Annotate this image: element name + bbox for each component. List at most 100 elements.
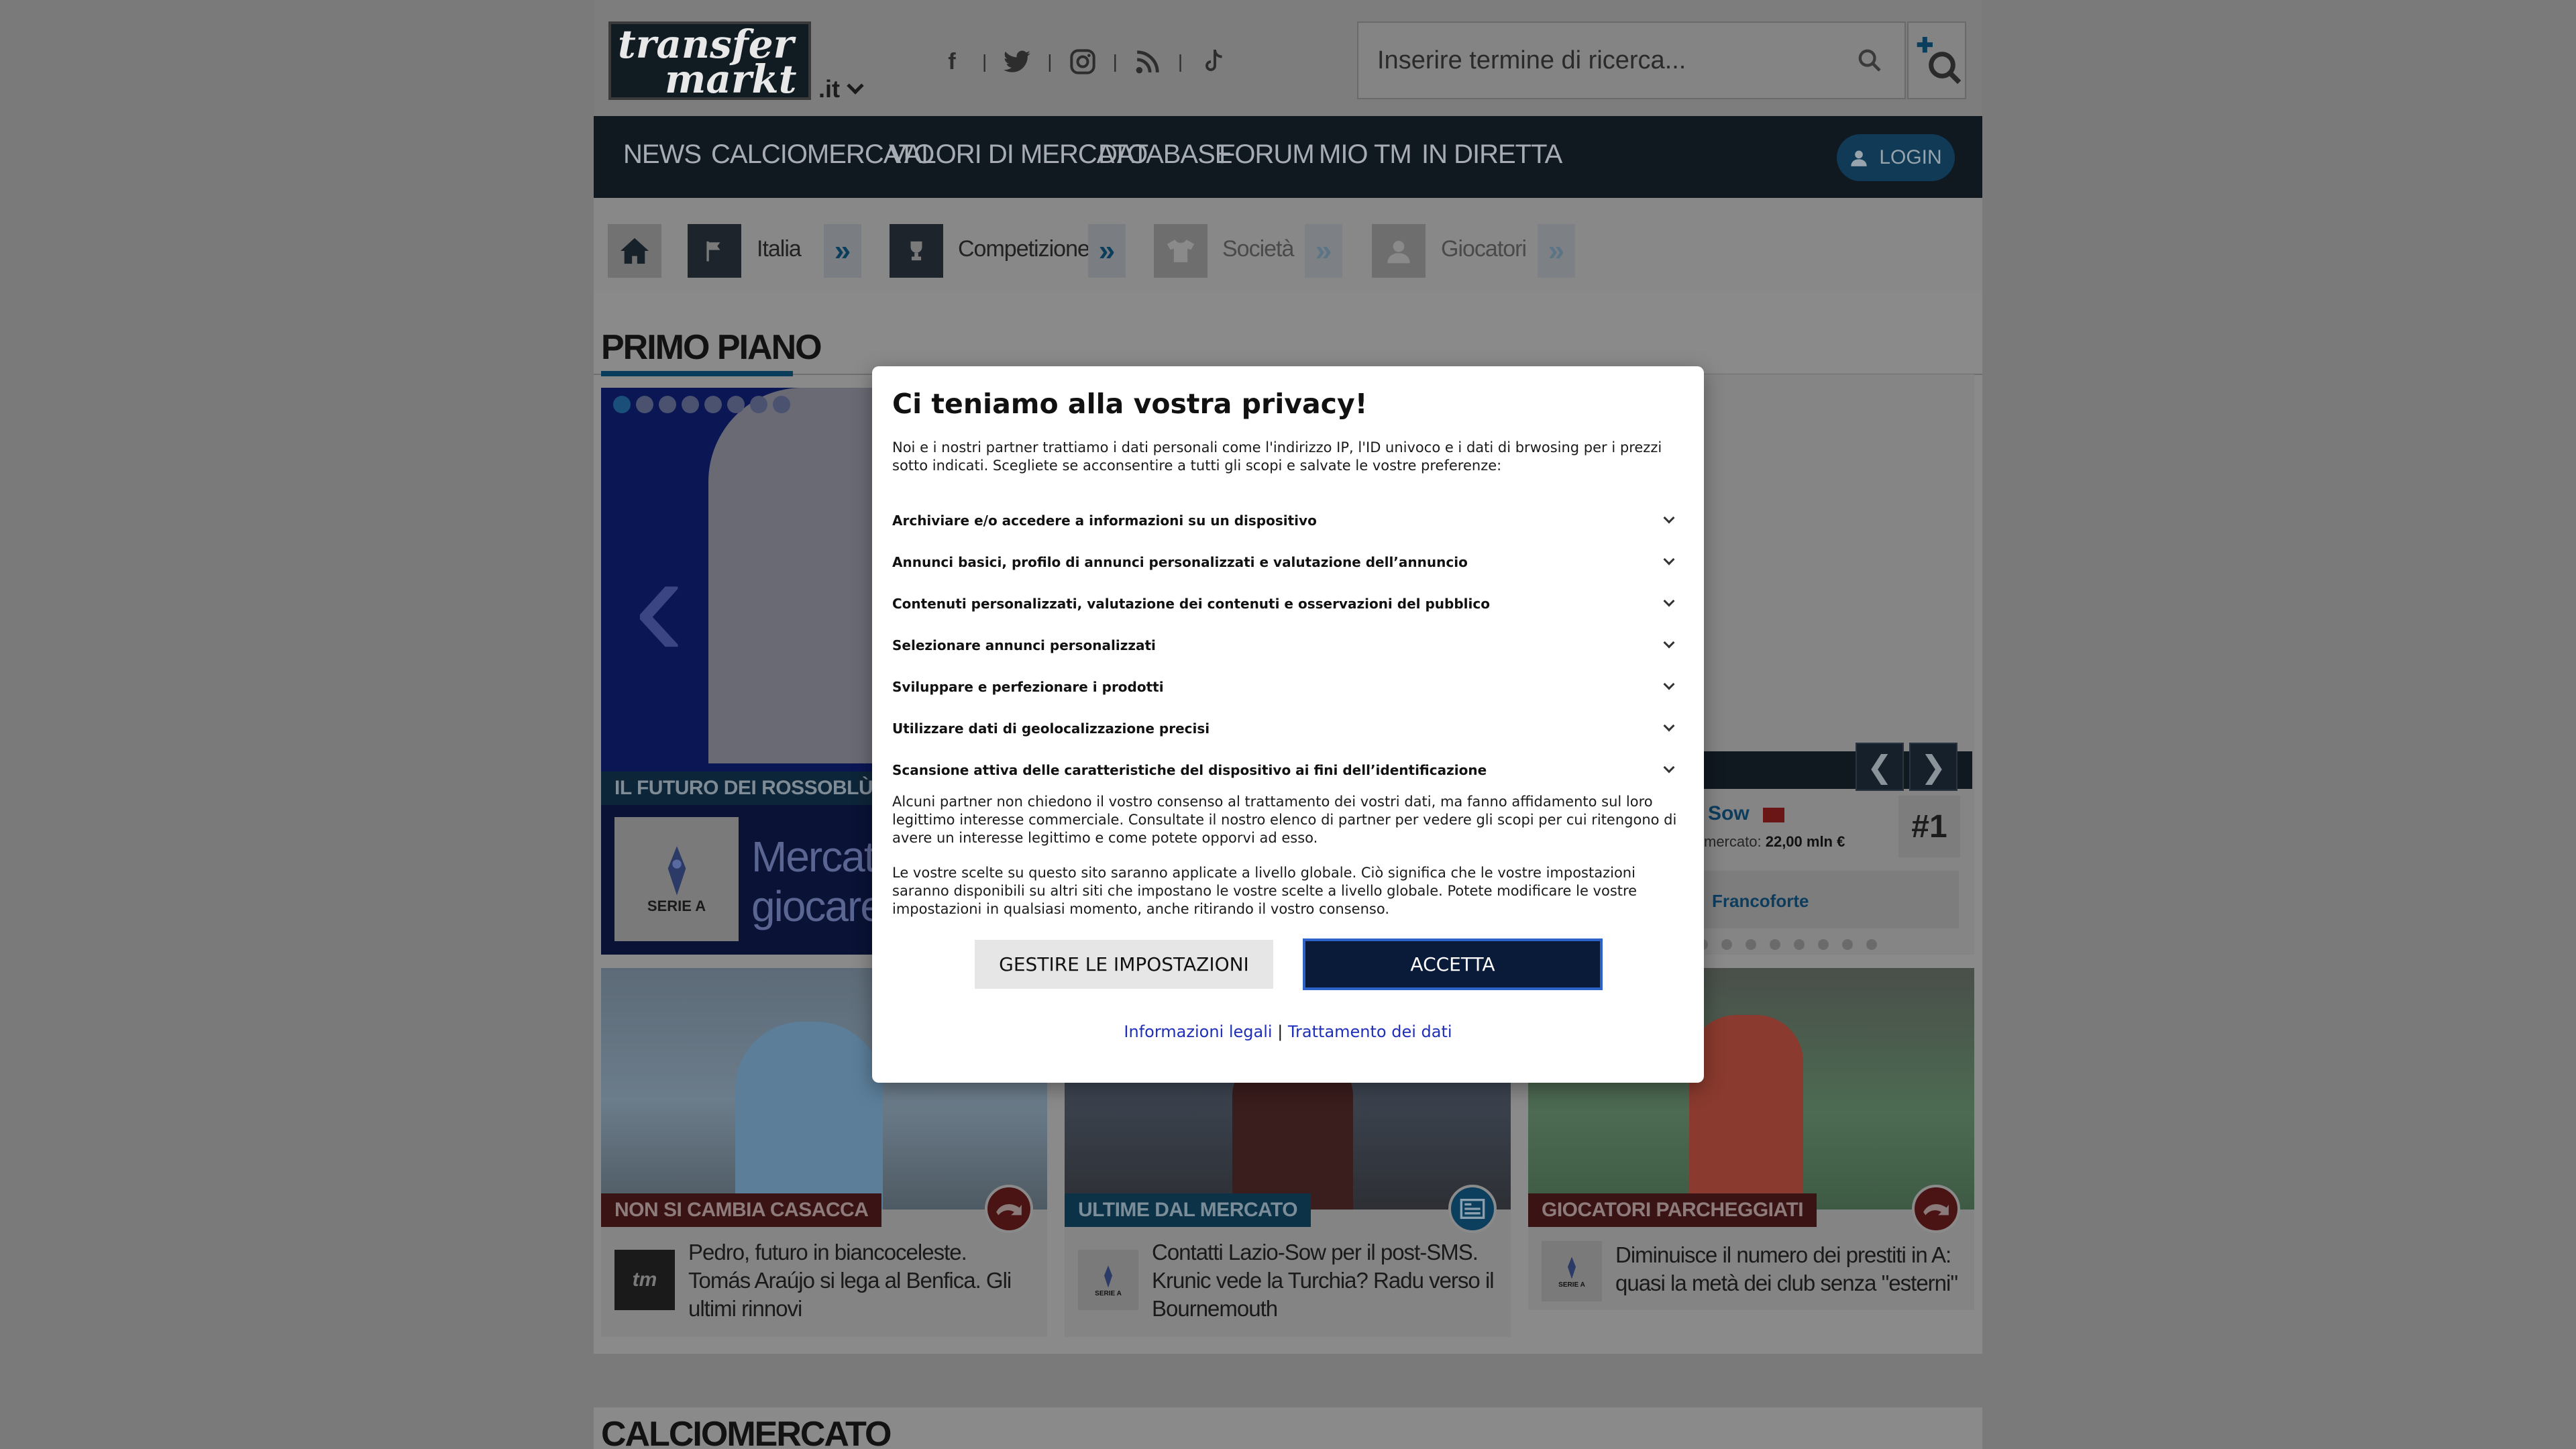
hero-dot[interactable] xyxy=(773,396,790,413)
transfermarkt-icon: tm xyxy=(614,1250,675,1310)
player-icon xyxy=(1372,224,1426,278)
rss-icon[interactable] xyxy=(1134,48,1162,76)
chevron-down-icon xyxy=(1663,678,1675,690)
ranking-player-name[interactable]: Sow xyxy=(1708,802,1750,825)
consent-purpose-row[interactable]: Annunci basici, profilo di annunci perso… xyxy=(892,549,1684,576)
news-card-tag[interactable]: NON SI CAMBIA CASACCA xyxy=(601,1193,882,1227)
nav-item-mio-tm[interactable]: MIO TM xyxy=(1319,140,1412,170)
privacy-consent-dialog: Ci teniamo alla vostra privacy! Noi e i … xyxy=(872,366,1704,1083)
hero-dot[interactable] xyxy=(704,396,722,413)
site-logo[interactable]: transfer markt xyxy=(608,21,811,100)
news-icon xyxy=(1448,1185,1497,1233)
switzerland-flag-icon xyxy=(1763,808,1784,822)
advanced-search-button[interactable] xyxy=(1907,21,1966,99)
hero-dot[interactable] xyxy=(750,396,767,413)
link-separator: | xyxy=(1277,1022,1283,1041)
rumour-icon xyxy=(1912,1185,1960,1233)
hero-dot[interactable] xyxy=(636,396,653,413)
ranking-dot[interactable] xyxy=(1818,939,1829,950)
market-value-amount: 22,00 mln € xyxy=(1765,833,1845,850)
ranking-dot[interactable] xyxy=(1866,939,1877,950)
nav-item-in-diretta[interactable]: IN DIRETTA xyxy=(1421,140,1562,170)
hero-image xyxy=(708,388,873,763)
ranking-next-button[interactable]: ❯ xyxy=(1909,743,1957,791)
ranking-dot[interactable] xyxy=(1794,939,1805,950)
consent-purpose-row[interactable]: Sviluppare e perfezionare i prodotti xyxy=(892,674,1684,700)
hero-dot[interactable] xyxy=(659,396,676,413)
news-card-headline[interactable]: Pedro, futuro in biancoceleste. Tomás Ar… xyxy=(688,1238,1024,1323)
hero-tag[interactable]: IL FUTURO DEI ROSSOBLÙ xyxy=(601,771,887,805)
breadcrumb-competition[interactable]: Competizione xyxy=(958,236,1090,262)
ranking-dot[interactable] xyxy=(1746,939,1756,950)
breadcrumb-country[interactable]: Italia xyxy=(757,236,802,262)
consent-purpose-label: Scansione attiva delle caratteristiche d… xyxy=(892,762,1487,778)
trophy-icon xyxy=(890,224,943,278)
facebook-icon[interactable]: f xyxy=(938,48,966,76)
consent-purpose-label: Archiviare e/o accedere a informazioni s… xyxy=(892,513,1317,529)
ranking-prev-button[interactable]: ❮ xyxy=(1856,743,1904,791)
hero-dot[interactable] xyxy=(613,396,631,413)
chevron-down-icon xyxy=(1663,761,1675,773)
consent-purpose-label: Sviluppare e perfezionare i prodotti xyxy=(892,679,1164,695)
hero-dot[interactable] xyxy=(682,396,699,413)
breadcrumb-club-arrow[interactable]: » xyxy=(1305,224,1342,278)
section-title-underline xyxy=(601,371,793,376)
ranking-dot[interactable] xyxy=(1842,939,1853,950)
flag-icon xyxy=(688,224,741,278)
chevron-down-icon xyxy=(1663,720,1675,732)
serie-a-icon: SERIE A xyxy=(1542,1241,1602,1301)
consent-global-text: Le vostre scelte su questo sito saranno … xyxy=(892,865,1638,917)
breadcrumb-club[interactable]: Società xyxy=(1222,236,1294,262)
news-card-tag[interactable]: GIOCATORI PARCHEGGIATI xyxy=(1528,1193,1817,1227)
section-title-calciomercato: CALCIOMERCATO xyxy=(601,1415,892,1449)
news-card-headline[interactable]: Diminuisce il numero dei prestiti in A: … xyxy=(1615,1241,1964,1297)
consent-purpose-row[interactable]: Scansione attiva delle caratteristiche d… xyxy=(892,757,1684,784)
login-button[interactable]: LOGIN xyxy=(1837,134,1955,181)
search-box xyxy=(1357,21,1906,99)
serie-a-logo: SERIE A xyxy=(614,817,739,941)
consent-purpose-label: Annunci basici, profilo di annunci perso… xyxy=(892,554,1468,570)
breadcrumb-players-arrow[interactable]: » xyxy=(1538,224,1575,278)
instagram-icon[interactable] xyxy=(1069,48,1097,76)
advanced-search-icon xyxy=(1917,36,1961,85)
ranking-pagination[interactable] xyxy=(1697,939,1877,950)
nav-item-forum[interactable]: FORUM xyxy=(1219,140,1315,170)
data-processing-link[interactable]: Trattamento dei dati xyxy=(1288,1022,1452,1041)
chevron-down-icon xyxy=(1663,637,1675,649)
search-input[interactable] xyxy=(1377,40,1820,80)
accept-button[interactable]: ACCETTA xyxy=(1303,938,1603,990)
chevron-down-icon xyxy=(847,77,864,95)
hero-pagination[interactable] xyxy=(613,396,790,413)
ranking-dot[interactable] xyxy=(1770,939,1780,950)
news-card-headline[interactable]: Contatti Lazio-Sow per il post-SMS. Krun… xyxy=(1152,1238,1501,1323)
consent-purpose-row[interactable]: Utilizzare dati di geolocalizzazione pre… xyxy=(892,715,1684,742)
manage-settings-button[interactable]: GESTIRE LE IMPOSTAZIONI xyxy=(975,940,1273,989)
nav-item-database[interactable]: DATABASE xyxy=(1098,140,1232,170)
nav-item-news[interactable]: NEWS xyxy=(623,140,702,170)
domain-selector[interactable]: .it xyxy=(818,75,864,103)
legal-info-link[interactable]: Informazioni legali xyxy=(1124,1022,1272,1041)
consent-purpose-label: Utilizzare dati di geolocalizzazione pre… xyxy=(892,720,1210,737)
consent-purpose-row[interactable]: Contenuti personalizzati, valutazione de… xyxy=(892,590,1684,617)
tiktok-icon[interactable] xyxy=(1199,48,1227,76)
hero-prev-arrow[interactable]: ‹ xyxy=(633,515,685,693)
search-icon[interactable] xyxy=(1856,47,1883,74)
news-card-tag[interactable]: ULTIME DAL MERCATO xyxy=(1065,1193,1311,1227)
consent-purpose-label: Contenuti personalizzati, valutazione de… xyxy=(892,596,1490,612)
user-icon xyxy=(1851,150,1867,166)
serie-a-icon-label: SERIE A xyxy=(1095,1289,1122,1297)
consent-purpose-row[interactable]: Archiviare e/o accedere a informazioni s… xyxy=(892,507,1684,534)
shirt-icon xyxy=(1154,224,1208,278)
ranking-dot[interactable] xyxy=(1721,939,1732,950)
hero-dot[interactable] xyxy=(727,396,745,413)
twitter-icon[interactable] xyxy=(1003,48,1031,76)
breadcrumb-players[interactable]: Giocatori xyxy=(1441,236,1527,262)
consent-purpose-row[interactable]: Selezionare annunci personalizzati xyxy=(892,632,1684,659)
home-button[interactable] xyxy=(608,224,661,278)
consent-links: Informazioni legali | Trattamento dei da… xyxy=(872,1022,1704,1041)
consent-legit-interest-text: Alcuni partner non chiedono il vostro co… xyxy=(892,794,1677,846)
breadcrumb-country-arrow[interactable]: » xyxy=(824,224,861,278)
consent-intro: Noi e i nostri partner trattiamo i dati … xyxy=(892,439,1662,474)
ranking-club[interactable]: Francoforte xyxy=(1712,891,1809,912)
breadcrumb-competition-arrow[interactable]: » xyxy=(1088,224,1126,278)
